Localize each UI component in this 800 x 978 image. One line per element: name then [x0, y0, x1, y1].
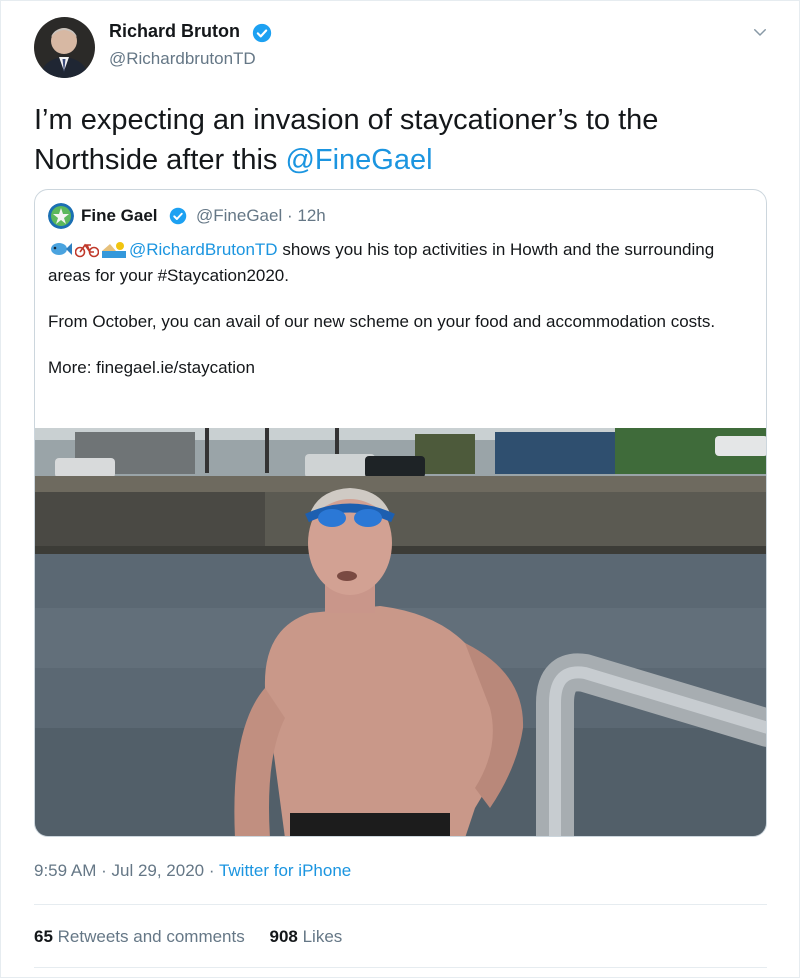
fish-icon [51, 243, 72, 255]
author-name[interactable]: Richard Bruton [109, 21, 240, 42]
retweets-stat[interactable]: 65 Retweets and comments [34, 927, 245, 946]
quoted-paragraph-2: From October, you can avail of our new s… [48, 312, 716, 331]
quoted-tweet-body: @RichardBrutonTD shows you his top activ… [48, 237, 748, 401]
quoted-time[interactable]: 12h [297, 206, 325, 225]
verified-badge-icon [169, 207, 187, 225]
mention-link[interactable]: @FineGael [285, 144, 432, 176]
author-avatar[interactable] [34, 17, 95, 78]
tweet-date[interactable]: Jul 29, 2020 [112, 861, 205, 880]
author-handle[interactable]: @RichardbrutonTD [109, 49, 256, 69]
tweet-source-link[interactable]: Twitter for iPhone [219, 861, 351, 880]
verified-badge-icon [252, 23, 272, 43]
tweet-time[interactable]: 9:59 AM [34, 861, 96, 880]
retweets-count: 65 [34, 927, 53, 946]
likes-count: 908 [269, 927, 298, 946]
retweets-label: Retweets and comments [57, 927, 245, 946]
separator-dot: · [208, 861, 219, 880]
beach-icon [102, 242, 126, 258]
divider [34, 904, 767, 905]
likes-stat[interactable]: 908 Likes [269, 927, 342, 946]
tweet-stats: 65 Retweets and comments 908 Likes [34, 927, 362, 947]
quoted-paragraph-1: @RichardBrutonTD shows you his top activ… [48, 237, 748, 289]
divider [34, 967, 767, 968]
separator-dot: · [286, 206, 293, 225]
quoted-paragraph-3: More: finegael.ie/staycation [48, 358, 255, 377]
quoted-tweet[interactable]: Fine Gael @FineGael · 12h @RichardBruton… [34, 189, 767, 837]
tweet-card: Richard Bruton @RichardbrutonTD I’m expe… [0, 0, 800, 978]
likes-label: Likes [302, 927, 343, 946]
mention-link[interactable]: @RichardBrutonTD [129, 240, 278, 259]
tweet-text: I’m expecting an invasion of staycatione… [34, 100, 754, 180]
chevron-down-icon[interactable] [751, 23, 769, 41]
bicycle-icon [75, 243, 99, 258]
separator-dot: · [101, 861, 112, 880]
quoted-avatar[interactable] [48, 203, 74, 229]
quoted-author-name[interactable]: Fine Gael [81, 206, 158, 226]
video-thumbnail[interactable] [35, 428, 767, 837]
quoted-handle-time: @FineGael · 12h [196, 206, 326, 226]
tweet-meta: 9:59 AM · Jul 29, 2020 · Twitter for iPh… [34, 861, 351, 881]
quoted-handle[interactable]: @FineGael [196, 206, 282, 225]
